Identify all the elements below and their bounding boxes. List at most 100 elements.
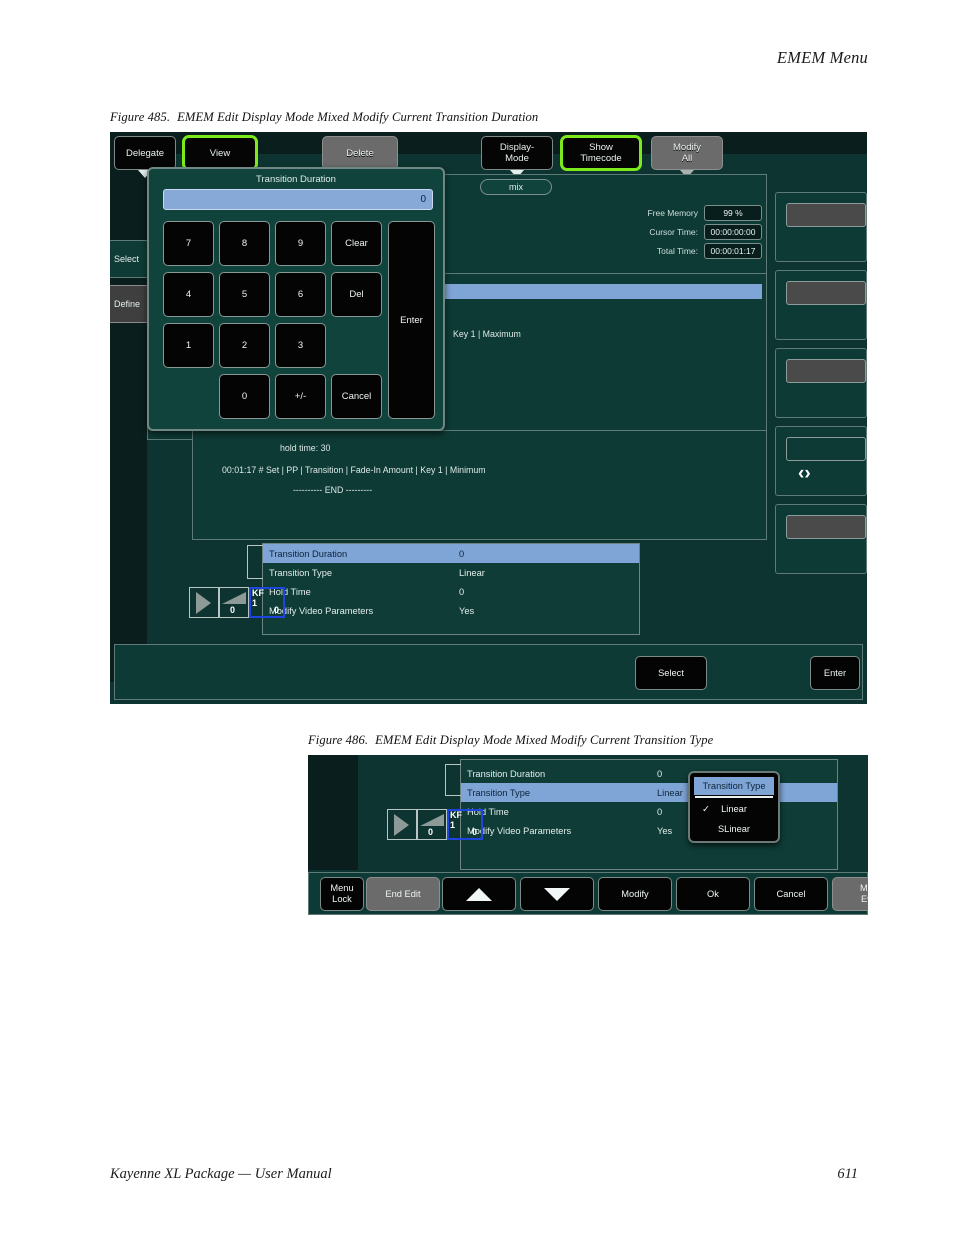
fig485-rail-cell-2[interactable] [775, 270, 867, 340]
fig486-button-ok[interactable]: Ok [676, 877, 750, 911]
fig485-button-modify-all[interactable]: Modify All [651, 136, 723, 178]
fig485-key-2[interactable]: 2 [219, 323, 270, 368]
fig485-button-show-timecode-label: Show [589, 142, 613, 153]
fig485-button-display-mode[interactable]: Display- Mode [481, 136, 553, 178]
fig486-param-value-0: 0 [657, 768, 663, 779]
fig485-param-row-transition-type[interactable]: Transition Type Linear [263, 563, 639, 582]
fig485-rail-cell-3[interactable] [775, 348, 867, 418]
fig486-dropdown-item-linear[interactable]: ✓ Linear [694, 801, 774, 817]
fig485-key-1[interactable]: 1 [163, 323, 214, 368]
fig485-readout-total-time-label: Total Time: [656, 246, 698, 256]
fig485-event-line-2[interactable]: 00:01:17 # Set | PP | Transition | Fade-… [222, 465, 486, 475]
fig485-mix-tab[interactable]: mix [480, 179, 552, 195]
fig485-key-clear[interactable]: Clear [331, 221, 382, 266]
fig486-param-row-transition-type[interactable]: Transition Type Linear [461, 783, 837, 802]
fig486-param-row-transition-duration[interactable]: Transition Duration 0 [461, 764, 837, 783]
fig485-key-6[interactable]: 6 [275, 272, 326, 317]
fig485-rail-inner-3[interactable] [786, 359, 866, 383]
fig486-switcher-screen: Transition Duration 0 Transition Type Li… [308, 755, 868, 915]
fig485-key-5[interactable]: 5 [219, 272, 270, 317]
fig486-param-row-hold-time[interactable]: Hold Time 0 [461, 802, 837, 821]
fig485-key-plusminus[interactable]: +/- [275, 374, 326, 419]
fig485-button-select[interactable]: Select [635, 656, 707, 690]
fig486-button-end-edit[interactable]: End Edit [366, 877, 440, 911]
fig486-kf-label: KF 1 [450, 810, 462, 830]
fig485-event-line-3: ---------- END --------- [293, 485, 373, 495]
fig485-readout-cursor-time-label: Cursor Time: [649, 227, 698, 237]
fig485-bottom-bar [114, 644, 863, 700]
fig486-param-name-1: Transition Type [467, 787, 531, 798]
fig485-tab-define-label: Define [114, 299, 141, 309]
fig485-key-2-label: 2 [241, 340, 248, 351]
fig485-keyframe-widget[interactable]: 0 KF 1 0 [189, 587, 285, 619]
fig485-keypad-title: Transition Duration [256, 174, 336, 185]
fig485-rail-inner-4[interactable] [786, 437, 866, 461]
fig485-key-7[interactable]: 7 [163, 221, 214, 266]
fig485-key-del[interactable]: Del [331, 272, 382, 317]
fig485-button-enter-label: Enter [823, 667, 847, 678]
fig485-param-value-2: 0 [459, 586, 465, 597]
fig485-button-enter[interactable]: Enter [810, 656, 860, 690]
fig485-button-show-timecode[interactable]: Show Timecode [560, 135, 642, 171]
fig486-button-cancel[interactable]: Cancel [754, 877, 828, 911]
fig485-button-modify-all-label2: All [681, 153, 693, 164]
fig486-param-value-1: Linear [657, 787, 683, 798]
fig486-button-mod-event[interactable]: Mod Eve [832, 877, 868, 911]
fig485-key-8[interactable]: 8 [219, 221, 270, 266]
fig485-rail-cell-5[interactable] [775, 504, 867, 574]
fig485-rail-inner-1[interactable] [786, 203, 866, 227]
fig485-readout-cursor-time-value: 00:00:00:00 [704, 224, 762, 240]
angle-brackets-icon: ‹› [798, 463, 811, 484]
play-triangle-icon [394, 814, 409, 836]
fig485-key-0[interactable]: 0 [219, 374, 270, 419]
fig485-key-4[interactable]: 4 [163, 272, 214, 317]
fig485-readout-free-memory: Free Memory 99 % [640, 205, 762, 221]
fig485-key-3-label: 3 [297, 340, 304, 351]
fig485-param-row-modify-video-parameters[interactable]: Modify Video Parameters Yes [263, 601, 639, 620]
page-footer: Kayenne XL Package — User Manual 611 [110, 1166, 858, 1183]
fig485-key-9[interactable]: 9 [275, 221, 326, 266]
fig485-button-show-timecode-label2: Timecode [580, 153, 622, 164]
fig486-dropdown-separator [695, 796, 773, 798]
fig486-dropdown-item-slinear[interactable]: SLinear [694, 821, 774, 837]
fig485-button-view[interactable]: View [182, 135, 258, 171]
play-triangle-icon [196, 592, 211, 614]
fig486-button-ok-label: Ok [707, 888, 719, 899]
fig485-event-line-1[interactable]: hold time: 30 [280, 443, 330, 453]
fig485-rail-inner-5[interactable] [786, 515, 866, 539]
checkmark-icon: ✓ [702, 803, 710, 814]
fig485-left-dark-strip [110, 154, 147, 682]
fig485-param-row-transition-duration[interactable]: Transition Duration 0 [263, 544, 639, 563]
fig485-tab-define[interactable]: Define [110, 285, 147, 323]
fig486-param-value-3: Yes [657, 825, 673, 836]
fig486-button-scroll-down[interactable] [520, 877, 594, 911]
fig486-keyframe-widget[interactable]: 0 KF 1 0 [387, 809, 483, 841]
fig485-rail-inner-2[interactable] [786, 281, 866, 305]
fig486-button-modify[interactable]: Modify [598, 877, 672, 911]
fig485-kf-right-value: 0 [274, 605, 280, 615]
fig485-event-line-0[interactable]: Key 1 | Maximum [453, 329, 521, 339]
fig485-keypad-display[interactable]: 0 [163, 189, 433, 210]
fig485-readout-total-time-value: 00:00:01:17 [704, 243, 762, 259]
fig486-button-menu-lock[interactable]: Menu Lock [320, 877, 364, 911]
fig485-key-cancel[interactable]: Cancel [331, 374, 382, 419]
fig485-key-clear-label: Clear [345, 238, 368, 249]
fig485-key-9-label: 9 [297, 238, 304, 249]
fig485-key-enter[interactable]: Enter [388, 221, 435, 419]
fig485-key-3[interactable]: 3 [275, 323, 326, 368]
fig485-button-modify-all-label: Modify [673, 142, 701, 153]
figure-485-number: Figure 485. [110, 110, 171, 124]
fig485-param-row-hold-time[interactable]: Hold Time 0 [263, 582, 639, 601]
fig486-param-row-modify-video-parameters[interactable]: Modify Video Parameters Yes [461, 821, 837, 840]
fig486-param-name-0: Transition Duration [467, 768, 546, 779]
fig485-button-delete[interactable]: Delete [322, 136, 398, 170]
fig485-tab-select[interactable]: Select [110, 240, 147, 278]
fig486-button-mod-event-label2: Eve [860, 894, 868, 904]
fig485-rail-cell-4[interactable]: ‹› [775, 426, 867, 496]
fig486-transition-type-dropdown[interactable]: Transition Type ✓ Linear SLinear [688, 771, 780, 843]
figure-485-title: EMEM Edit Display Mode Mixed Modify Curr… [177, 110, 539, 124]
fig485-button-delegate[interactable]: Delegate [114, 136, 176, 178]
fig485-rail-cell-1[interactable] [775, 192, 867, 262]
fig486-button-scroll-up[interactable] [442, 877, 516, 911]
fig485-button-display-mode-label2: Mode [505, 153, 529, 164]
